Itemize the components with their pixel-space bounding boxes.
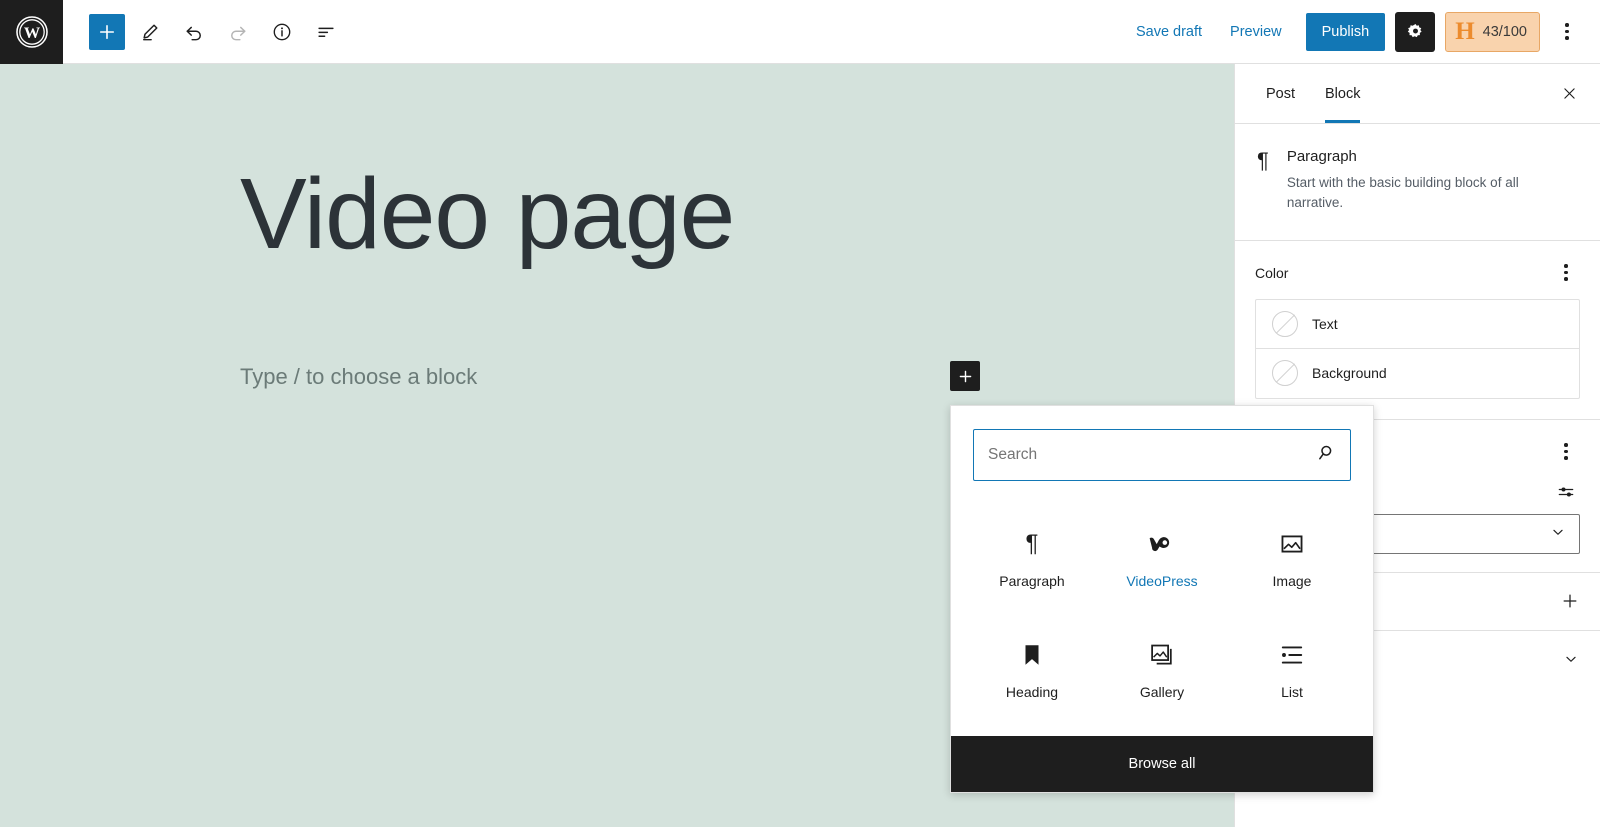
tab-post[interactable]: Post xyxy=(1251,64,1310,123)
color-panel-actions xyxy=(1552,259,1580,287)
sidebar-tabs: Post Block xyxy=(1235,64,1600,124)
inserter-block-label: List xyxy=(1281,684,1303,701)
gallery-icon xyxy=(1149,640,1176,670)
search-magnifier-icon xyxy=(1314,442,1336,469)
sliders-icon xyxy=(1558,487,1574,496)
color-panel-menu-button[interactable] xyxy=(1552,259,1580,287)
block-info-description: Start with the basic building block of a… xyxy=(1286,175,1519,211)
chevron-down-icon xyxy=(1549,523,1567,544)
seo-score-badge[interactable]: H 43/100 xyxy=(1445,11,1540,52)
toolbar-left-group xyxy=(89,13,345,51)
typography-panel-menu-button[interactable] xyxy=(1552,438,1580,466)
publish-button[interactable]: Publish xyxy=(1305,12,1386,51)
tools-button[interactable] xyxy=(131,13,169,51)
color-options-list: Text Background xyxy=(1255,298,1580,399)
paragraph-pilcrow-icon: ¶ xyxy=(1257,148,1269,173)
pencil-icon xyxy=(143,23,158,40)
color-row-label: Text xyxy=(1312,315,1338,332)
save-draft-button[interactable]: Save draft xyxy=(1122,16,1216,48)
settings-button[interactable] xyxy=(1395,11,1436,52)
wordpress-logo-icon[interactable]: W xyxy=(0,0,63,64)
no-color-swatch-icon xyxy=(1272,310,1298,337)
seo-score-text: 43/100 xyxy=(1482,23,1527,40)
inserter-search-box[interactable] xyxy=(973,429,1351,481)
info-circle-icon xyxy=(273,23,291,40)
inserter-block-gallery[interactable]: Gallery xyxy=(1097,615,1227,727)
preview-button[interactable]: Preview xyxy=(1216,16,1296,48)
post-title[interactable]: Video page xyxy=(240,159,735,269)
videopress-logo-icon xyxy=(1147,529,1177,559)
undo-button[interactable] xyxy=(175,13,213,51)
tab-block[interactable]: Block xyxy=(1310,64,1375,123)
more-options-button[interactable] xyxy=(1548,13,1586,51)
inserter-block-label: Paragraph xyxy=(999,572,1065,589)
paragraph-pilcrow-icon: ¶ xyxy=(1025,529,1039,557)
inserter-block-paragraph[interactable]: ¶ Paragraph xyxy=(967,503,1097,615)
block-info-card: ¶ Paragraph Start with the basic buildin… xyxy=(1235,124,1600,241)
kebab-menu-icon xyxy=(1565,23,1569,40)
block-info-title: Paragraph xyxy=(1286,148,1357,165)
inserter-block-label: VideoPress xyxy=(1126,572,1198,589)
inserter-block-grid: ¶ Paragraph VideoPress Image Heading Gal… xyxy=(951,499,1373,736)
inserter-block-label: Gallery xyxy=(1139,684,1185,701)
heading-bookmark-icon xyxy=(1021,640,1043,670)
gear-icon xyxy=(1407,24,1422,38)
toolbar-right-group: Save draft Preview Publish H 43/100 xyxy=(1122,11,1600,52)
plus-icon xyxy=(959,370,971,382)
color-panel-header: Color xyxy=(1235,241,1600,299)
inserter-block-heading[interactable]: Heading xyxy=(967,615,1097,727)
svg-text:W: W xyxy=(23,23,40,42)
list-view-icon xyxy=(318,27,334,37)
advanced-panel-toggle-button[interactable] xyxy=(1562,650,1580,668)
redo-arrow-icon xyxy=(231,26,246,40)
kebab-menu-icon xyxy=(1564,443,1568,460)
undo-arrow-icon xyxy=(186,26,201,40)
list-icon xyxy=(1279,640,1305,670)
no-color-swatch-icon xyxy=(1272,360,1298,386)
plus-icon xyxy=(1563,594,1577,608)
seo-brand-mark: H xyxy=(1455,18,1475,45)
kebab-menu-icon xyxy=(1564,264,1568,281)
redo-button[interactable] xyxy=(219,13,257,51)
list-view-button[interactable] xyxy=(307,13,345,51)
inserter-block-label: Heading xyxy=(1005,684,1059,701)
inserter-block-label: Image xyxy=(1272,572,1312,589)
close-sidebar-button[interactable] xyxy=(1552,77,1586,111)
browse-all-button[interactable]: Browse all xyxy=(951,736,1373,792)
inserter-block-image[interactable]: Image xyxy=(1227,503,1357,615)
dimensions-panel-add-button[interactable] xyxy=(1560,591,1580,611)
close-x-icon xyxy=(1563,88,1575,99)
details-button[interactable] xyxy=(263,13,301,51)
search-input[interactable] xyxy=(988,446,1314,464)
plus-icon xyxy=(99,24,115,39)
editor-toolbar: W Save draft Preview Publish H 43/100 xyxy=(0,0,1600,64)
color-panel-title: Color xyxy=(1255,264,1289,281)
typography-options-button[interactable] xyxy=(1552,478,1580,506)
inserter-search-wrap xyxy=(951,406,1373,499)
inline-block-inserter-button[interactable] xyxy=(950,361,980,391)
color-row-label: Background xyxy=(1312,365,1387,381)
image-icon xyxy=(1279,529,1305,559)
color-row-text[interactable]: Text xyxy=(1256,300,1579,349)
color-row-background[interactable]: Background xyxy=(1256,349,1579,398)
paragraph-block-placeholder[interactable]: Type / to choose a block xyxy=(240,364,477,390)
inserter-block-videopress[interactable]: VideoPress xyxy=(1097,503,1227,615)
add-block-button[interactable] xyxy=(89,13,125,50)
inserter-block-list[interactable]: List xyxy=(1227,615,1357,727)
chevron-down-icon xyxy=(1566,656,1576,662)
block-inserter-popover: ¶ Paragraph VideoPress xyxy=(950,405,1374,793)
typography-panel-actions xyxy=(1552,438,1580,466)
editor-root: W Save draft Preview Publish H 43/100 Vi… xyxy=(0,0,1600,827)
